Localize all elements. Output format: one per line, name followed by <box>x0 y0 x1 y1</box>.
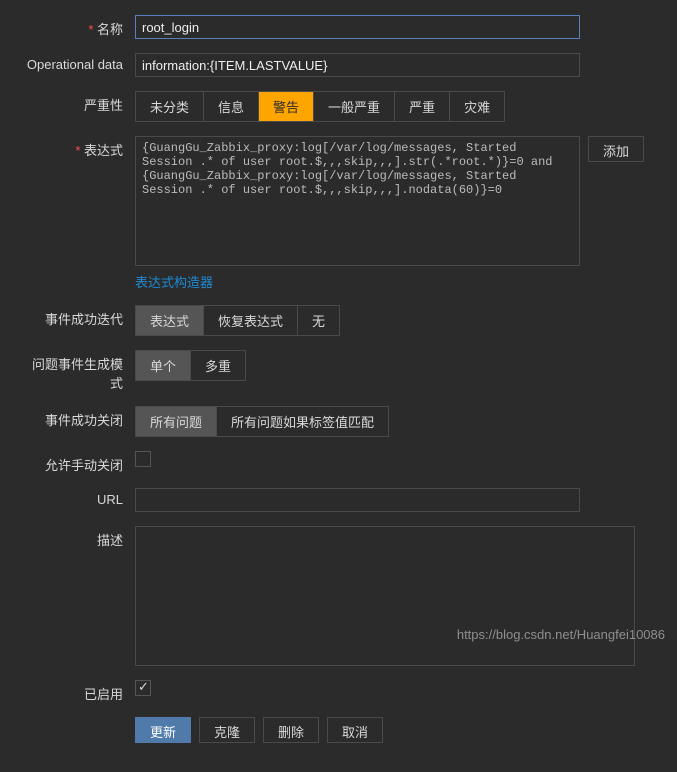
expression-builder-link[interactable]: 表达式构造器 <box>135 272 213 291</box>
severity-label: 严重性 <box>20 91 135 114</box>
cancel-button[interactable]: 取消 <box>327 717 383 743</box>
severity-opt-5[interactable]: 灾难 <box>450 92 504 121</box>
event-ok-iter-label: 事件成功迭代 <box>20 305 135 328</box>
name-input[interactable] <box>135 15 580 39</box>
operational-data-label: Operational data <box>20 53 135 72</box>
problem-gen-mode-opt-1[interactable]: 多重 <box>191 351 245 380</box>
problem-gen-mode-group: 单个 多重 <box>135 350 246 381</box>
severity-opt-1[interactable]: 信息 <box>204 92 259 121</box>
event-ok-close-opt-0[interactable]: 所有问题 <box>136 407 217 436</box>
event-ok-iter-opt-1[interactable]: 恢复表达式 <box>204 306 298 335</box>
name-label: 名称 <box>20 15 135 38</box>
allow-manual-close-label: 允许手动关闭 <box>20 451 135 474</box>
severity-opt-0[interactable]: 未分类 <box>136 92 204 121</box>
severity-opt-3[interactable]: 一般严重 <box>314 92 395 121</box>
expression-textarea[interactable] <box>135 136 580 266</box>
expression-label: 表达式 <box>20 136 135 159</box>
severity-group: 未分类 信息 警告 一般严重 严重 灾难 <box>135 91 505 122</box>
allow-manual-close-checkbox[interactable] <box>135 451 151 467</box>
delete-button[interactable]: 删除 <box>263 717 319 743</box>
clone-button[interactable]: 克隆 <box>199 717 255 743</box>
problem-gen-mode-label: 问题事件生成模式 <box>20 350 135 392</box>
event-ok-close-label: 事件成功关闭 <box>20 406 135 429</box>
event-ok-close-opt-1[interactable]: 所有问题如果标签值匹配 <box>217 407 388 436</box>
severity-opt-2[interactable]: 警告 <box>259 92 314 121</box>
event-ok-close-group: 所有问题 所有问题如果标签值匹配 <box>135 406 389 437</box>
description-textarea[interactable] <box>135 526 635 666</box>
event-ok-iter-opt-0[interactable]: 表达式 <box>136 306 204 335</box>
url-label: URL <box>20 488 135 507</box>
actions-spacer <box>20 717 135 721</box>
update-button[interactable]: 更新 <box>135 717 191 743</box>
problem-gen-mode-opt-0[interactable]: 单个 <box>136 351 191 380</box>
enabled-checkbox[interactable] <box>135 680 151 696</box>
url-input[interactable] <box>135 488 580 512</box>
enabled-label: 已启用 <box>20 680 135 703</box>
description-label: 描述 <box>20 526 135 549</box>
event-ok-iter-group: 表达式 恢复表达式 无 <box>135 305 340 336</box>
watermark-text: https://blog.csdn.net/Huangfei10086 <box>457 627 665 642</box>
severity-opt-4[interactable]: 严重 <box>395 92 450 121</box>
expression-add-button[interactable]: 添加 <box>588 136 644 162</box>
event-ok-iter-opt-2[interactable]: 无 <box>298 306 339 335</box>
operational-data-input[interactable] <box>135 53 580 77</box>
